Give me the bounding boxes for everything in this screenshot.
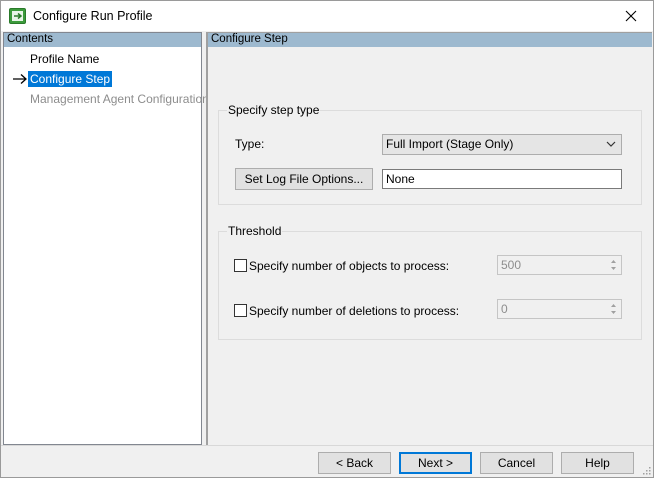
deletions-threshold-stepper: 0 — [497, 299, 622, 319]
deletions-threshold-value: 0 — [501, 302, 508, 316]
chevron-down-icon — [606, 141, 616, 147]
step-type-group-label: Specify step type — [227, 103, 321, 117]
next-button[interactable]: Next > — [399, 452, 472, 474]
title-bar[interactable]: Configure Run Profile — [1, 1, 653, 31]
app-icon — [9, 8, 26, 24]
window-title: Configure Run Profile — [33, 9, 153, 23]
deletions-threshold-checkbox[interactable] — [234, 304, 247, 317]
set-log-file-options-button[interactable]: Set Log File Options... — [235, 168, 373, 190]
nav-item-profile-name[interactable]: Profile Name — [28, 51, 101, 67]
nav-item-configure-step[interactable]: Configure Step — [28, 71, 113, 87]
objects-threshold-value: 500 — [501, 258, 522, 272]
nav-item-management-agent-configuration: Management Agent Configuration — [30, 92, 209, 106]
deletions-threshold-label: Specify number of deletions to process: — [249, 304, 460, 318]
type-dropdown-value: Full Import (Stage Only) — [386, 137, 514, 151]
stepper-arrows-icon — [611, 260, 616, 270]
log-file-value-field[interactable]: None — [382, 169, 622, 189]
configure-run-profile-window: Configure Run Profile Contents Profile N… — [0, 0, 654, 478]
help-button[interactable]: Help — [561, 452, 634, 474]
stepper-arrows-icon — [611, 304, 616, 314]
resize-grip-icon[interactable] — [641, 465, 651, 475]
objects-threshold-checkbox[interactable] — [234, 259, 247, 272]
footer-divider — [1, 445, 653, 446]
objects-threshold-stepper: 500 — [497, 255, 622, 275]
configure-step-header: Configure Step — [208, 33, 652, 47]
close-button[interactable] — [609, 1, 653, 31]
threshold-group: Threshold Specify number of objects to p… — [218, 224, 642, 340]
objects-threshold-label: Specify number of objects to process: — [249, 259, 450, 273]
threshold-group-label: Threshold — [227, 224, 283, 238]
step-type-group: Specify step type Type: Full Import (Sta… — [218, 103, 642, 205]
back-button[interactable]: < Back — [318, 452, 391, 474]
type-label: Type: — [235, 137, 265, 151]
type-dropdown[interactable]: Full Import (Stage Only) — [382, 134, 622, 155]
contents-header: Contents — [4, 33, 201, 47]
contents-pane: Contents Profile Name Configure Step Man… — [3, 32, 209, 445]
configure-step-pane: Configure Step Specify step type Type: F… — [206, 32, 652, 445]
cancel-button[interactable]: Cancel — [480, 452, 553, 474]
current-step-arrow-icon — [13, 74, 27, 84]
close-icon — [625, 10, 637, 22]
